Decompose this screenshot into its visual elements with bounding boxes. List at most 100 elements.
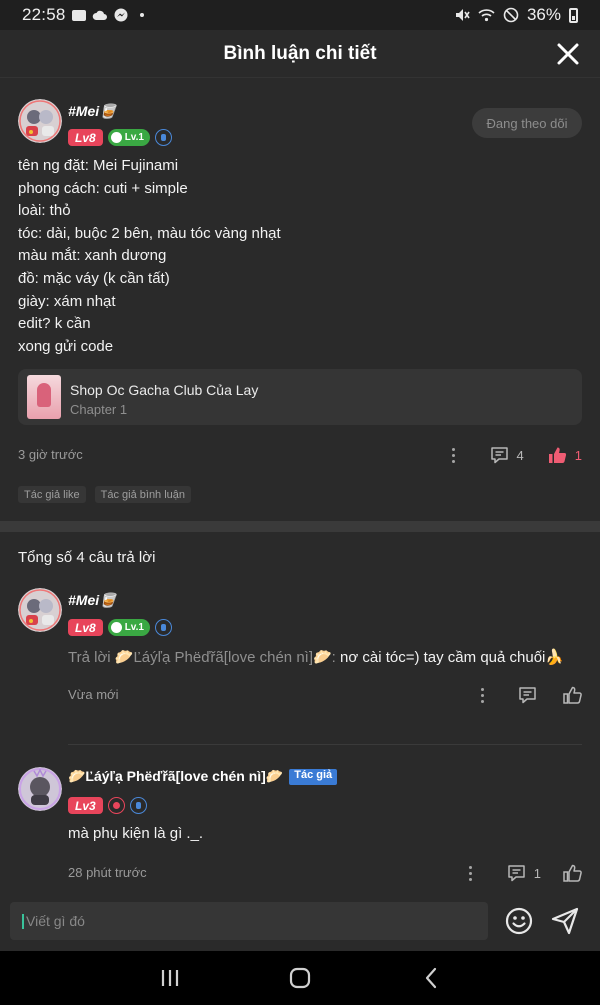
wifi-icon xyxy=(478,9,495,22)
reply-meta: 28 phút trước 1 xyxy=(68,863,582,885)
avatar[interactable] xyxy=(18,588,62,632)
youtube-icon xyxy=(71,9,86,21)
level-badge: Lv3 xyxy=(68,797,103,814)
recent-apps-icon[interactable] xyxy=(158,966,182,990)
comment-actions: 4 1 xyxy=(444,445,582,465)
comment-line: xong gửi code xyxy=(18,337,114,355)
avatar[interactable] xyxy=(18,767,62,811)
comment-icon xyxy=(490,447,508,464)
notification-dot-icon xyxy=(139,13,144,17)
rose-badge-icon xyxy=(107,797,125,814)
more-options-icon[interactable] xyxy=(472,685,492,705)
reply-text: Trả lời 🥟Ľáýľạ Phëďřã[love chén nì]🥟: nơ… xyxy=(68,648,564,666)
like-button[interactable] xyxy=(563,686,582,704)
battery-icon xyxy=(569,7,578,23)
status-time: 22:58 xyxy=(22,5,66,24)
reply-button[interactable] xyxy=(518,686,537,704)
medal-icon xyxy=(154,619,172,636)
thumbs-up-icon xyxy=(563,864,582,882)
author-badge: Tác giả xyxy=(289,769,338,786)
comment-thread: #Mei🥃 Lv8 Lv.1 Đang theo dõi tên ng đặt:… xyxy=(0,78,600,890)
chapter-thumbnail xyxy=(27,375,61,419)
thumbs-up-icon xyxy=(548,447,566,463)
sub-level-text: Lv.1 xyxy=(124,132,144,143)
system-nav-bar xyxy=(0,951,600,1005)
input-placeholder: Viết gì đó xyxy=(26,913,85,929)
mute-icon xyxy=(455,9,470,21)
username[interactable]: 🥟Ľáýľạ Phëďřã[love chén nì]🥟 xyxy=(68,768,283,784)
avatar-image-icon xyxy=(18,588,62,632)
reply-time: 28 phút trước xyxy=(68,865,147,880)
comment-time: 3 giờ trước xyxy=(18,447,83,462)
comment-line: màu mắt: xanh dương xyxy=(18,247,167,265)
tag-author-commented: Tác giả bình luận xyxy=(94,486,192,503)
reply-to-prefix: Trả lời 🥟Ľáýľạ Phëďřã[love chén nì]🥟: xyxy=(68,649,336,666)
comment-line: tóc: dài, buộc 2 bên, màu tóc vàng nhạt xyxy=(18,224,281,242)
tag-author-like: Tác giả like xyxy=(18,486,86,503)
medal-icon xyxy=(154,129,172,146)
thumbs-up-icon xyxy=(563,686,582,704)
chapter-title: Shop Oc Gacha Club Của Lay xyxy=(70,382,259,398)
comment-meta: 3 giờ trước 4 1 xyxy=(18,445,582,467)
section-separator xyxy=(0,521,600,532)
following-button[interactable]: Đang theo dõi xyxy=(472,108,582,138)
user-badges: Lv3 xyxy=(68,797,147,814)
author-tags: Tác giả like Tác giả bình luận xyxy=(18,486,192,503)
status-right: 36% xyxy=(454,5,578,25)
sub-level-text: Lv.1 xyxy=(124,622,144,633)
battery-percent: 36% xyxy=(526,5,561,24)
avatar-image-icon xyxy=(18,767,62,811)
comment-icon xyxy=(519,687,536,704)
home-icon[interactable] xyxy=(288,966,312,990)
emoji-icon[interactable] xyxy=(504,906,534,936)
messenger-icon xyxy=(114,8,128,22)
back-icon[interactable] xyxy=(420,966,444,990)
comment-line: đồ: mặc váy (k cần tất) xyxy=(18,269,170,287)
reply-actions: 1 xyxy=(461,863,582,883)
comment-body: tên ng đặt: Mei Fujinami phong cách: cut… xyxy=(18,155,281,358)
user-badges: Lv8 Lv.1 xyxy=(68,129,172,146)
like-button[interactable] xyxy=(563,864,582,882)
status-bar: 22:58 36% xyxy=(0,0,600,30)
comment-line: phong cách: cuti + simple xyxy=(18,179,188,197)
comment-input[interactable]: Viết gì đó xyxy=(10,902,488,940)
text-caret xyxy=(22,913,24,929)
leaf-icon xyxy=(110,622,122,633)
reply-divider xyxy=(68,744,582,745)
close-icon[interactable] xyxy=(554,40,582,68)
comment-line: tên ng đặt: Mei Fujinami xyxy=(18,157,179,174)
page-title: Bình luận chi tiết xyxy=(223,42,377,64)
leaf-icon xyxy=(110,132,122,143)
like-button[interactable]: 1 xyxy=(548,446,582,464)
mic-badge-icon xyxy=(129,797,147,814)
sub-level-badge: Lv.1 xyxy=(107,619,150,636)
username[interactable]: #Mei🥃 xyxy=(68,103,117,120)
sub-level-badge: Lv.1 xyxy=(107,129,150,146)
reply-actions xyxy=(472,685,582,705)
like-count: 1 xyxy=(574,447,582,463)
reply-count: 4 xyxy=(516,447,524,463)
reply-body: mà phụ kiện là gì ._. xyxy=(68,825,204,842)
replies-count-title: Tổng số 4 câu trả lời xyxy=(18,549,156,566)
reply-button[interactable]: 4 xyxy=(490,446,524,464)
avatar-image-icon xyxy=(18,99,62,143)
reply-meta: Vừa mới xyxy=(68,685,582,707)
more-options-icon[interactable] xyxy=(461,863,481,883)
reply-count: 1 xyxy=(533,865,541,881)
reply-button[interactable]: 1 xyxy=(507,864,541,882)
chapter-link-card[interactable]: Shop Oc Gacha Club Của Lay Chapter 1 xyxy=(18,369,582,425)
status-left: 22:58 xyxy=(22,5,144,25)
reply-author-row: 🥟Ľáýľạ Phëďřã[love chén nì]🥟 Tác giả xyxy=(68,768,338,786)
level-badge: Lv8 xyxy=(68,129,103,146)
more-options-icon[interactable] xyxy=(444,445,464,465)
username[interactable]: #Mei🥃 xyxy=(68,592,117,609)
page-header: Bình luận chi tiết xyxy=(0,30,600,78)
comment-icon xyxy=(508,865,525,882)
comment-line: loài: thỏ xyxy=(18,202,71,220)
user-badges: Lv8 Lv.1 xyxy=(68,619,172,636)
reply-body: nơ cài tóc=) tay cầm quả chuối🍌 xyxy=(335,649,565,666)
avatar[interactable] xyxy=(18,99,62,143)
reply-time: Vừa mới xyxy=(68,687,119,702)
send-icon[interactable] xyxy=(550,906,580,936)
comment-line: giày: xám nhạt xyxy=(18,292,116,310)
